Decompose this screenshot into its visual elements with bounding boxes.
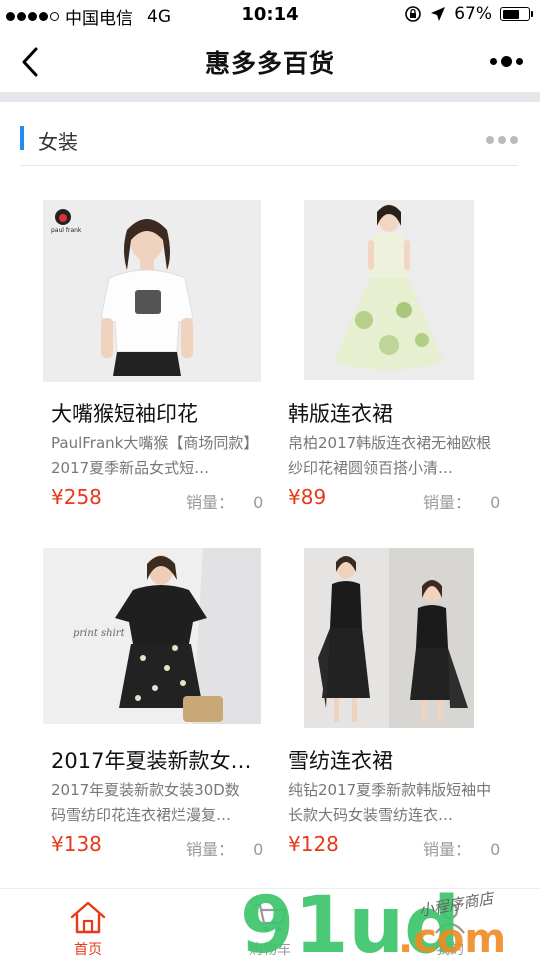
battery-percent: 67%	[454, 4, 492, 24]
tab-cart[interactable]: 购物车	[210, 889, 330, 960]
section-title: 女装	[38, 130, 78, 154]
tab-label: 我的	[436, 942, 464, 958]
product-sales: 销量： 0	[423, 489, 500, 513]
sales-count: 0	[253, 840, 264, 859]
nav-bar: 惠多多百货	[0, 30, 540, 92]
tab-bar: 首页 购物车 我的	[0, 888, 540, 960]
product-price: ¥128	[288, 832, 339, 856]
sales-label: 销量：	[186, 493, 235, 512]
product-image: print shirt	[43, 548, 261, 724]
product-price: ¥138	[51, 832, 102, 856]
page-title: 惠多多百货	[204, 49, 335, 78]
product-price: ¥258	[51, 485, 102, 509]
divider-band	[0, 92, 540, 102]
print-shirt-image-text: print shirt	[73, 628, 126, 639]
product-card[interactable]: paul frank 大嘴猴短袖印花 PaulFrank大嘴猴【商场同款】201…	[43, 200, 273, 520]
product-card[interactable]: 韩版连衣裙 帛柏2017韩版连衣裙无袖欧根纱印花裙圆领百搭小清… ¥89 销量：…	[280, 200, 510, 520]
section-header: 女装	[20, 118, 518, 166]
sales-count: 0	[490, 840, 501, 859]
sales-label: 销量：	[186, 840, 235, 859]
product-description: 帛柏2017韩版连衣裙无袖欧根纱印花裙圆领百搭小清…	[288, 434, 492, 477]
product-sales: 销量： 0	[186, 489, 263, 513]
home-icon	[70, 901, 106, 934]
product-description: 纯钻2017夏季新款韩版短袖中长款大码女装雪纺连衣…	[288, 781, 492, 824]
more-dots-icon	[489, 57, 497, 65]
tab-home[interactable]: 首页	[28, 889, 148, 960]
product-sales: 销量： 0	[423, 836, 500, 860]
status-right: 67%	[404, 4, 533, 24]
product-price: ¥89	[288, 485, 327, 509]
tab-label: 购物车	[249, 942, 291, 958]
battery-icon	[500, 7, 533, 21]
cart-icon	[254, 903, 287, 932]
product-card[interactable]: print shirt 2017年夏装新款女… 2017年夏装新款女装30D数码…	[43, 548, 273, 868]
user-icon	[435, 902, 465, 934]
product-title: 雪纺连衣裙	[288, 749, 393, 773]
product-card[interactable]: 雪纺连衣裙 纯钻2017夏季新款韩版短袖中长款大码女装雪纺连衣… ¥128 销量…	[280, 548, 510, 868]
product-title: 2017年夏装新款女…	[51, 749, 252, 773]
paul-frank-logo-text: paul frank	[51, 227, 82, 234]
section-more-button[interactable]	[486, 136, 518, 144]
product-sales: 销量： 0	[186, 836, 263, 860]
product-image	[304, 200, 474, 380]
tab-profile[interactable]: 我的	[390, 889, 510, 960]
product-image	[304, 548, 474, 728]
sales-count: 0	[253, 493, 264, 512]
location-arrow-icon	[431, 7, 446, 21]
section-accent-bar	[20, 126, 24, 150]
status-bar: 中国电信 4G 10:14 67%	[0, 0, 540, 30]
sales-label: 销量：	[423, 493, 472, 512]
product-image: paul frank	[43, 200, 261, 382]
product-description: PaulFrank大嘴猴【商场同款】2017夏季新品女式短…	[51, 434, 259, 477]
more-menu-button[interactable]	[484, 46, 528, 76]
product-title: 大嘴猴短袖印花	[51, 402, 198, 426]
tab-label: 首页	[74, 942, 102, 958]
product-title: 韩版连衣裙	[288, 402, 393, 426]
sales-label: 销量：	[423, 840, 472, 859]
product-description: 2017年夏装新款女装30D数码雪纺印花连衣裙烂漫复…	[51, 781, 240, 824]
sales-count: 0	[490, 493, 501, 512]
rotation-lock-icon	[405, 6, 422, 22]
